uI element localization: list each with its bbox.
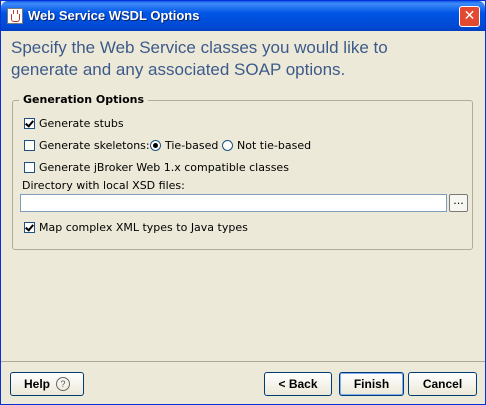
wsdl-options-dialog: Web Service WSDL Options ✕ Specify the W… xyxy=(0,0,486,405)
generate-stubs-label: Generate stubs xyxy=(39,117,124,130)
cancel-label: Cancel xyxy=(422,377,463,391)
generate-skeletons-row[interactable]: Generate skeletons: xyxy=(24,139,150,152)
java-cup-icon xyxy=(7,8,23,24)
jbroker-row[interactable]: Generate jBroker Web 1.x compatible clas… xyxy=(24,161,289,174)
close-button[interactable]: ✕ xyxy=(459,6,480,27)
finish-button[interactable]: Finish xyxy=(339,372,404,396)
xsd-dir-label: Directory with local XSD files: xyxy=(22,179,185,192)
back-label: < Back xyxy=(278,377,318,391)
map-complex-label: Map complex XML types to Java types xyxy=(39,221,248,234)
generate-skeletons-label: Generate skeletons: xyxy=(39,139,150,152)
cancel-button[interactable]: Cancel xyxy=(408,372,477,396)
not-tie-based-label: Not tie-based xyxy=(237,139,312,152)
back-button[interactable]: < Back xyxy=(264,372,332,396)
tie-based-label: Tie-based xyxy=(165,139,219,152)
help-button[interactable]: Help ? xyxy=(10,372,84,396)
finish-label: Finish xyxy=(353,377,390,391)
generate-stubs-checkbox[interactable] xyxy=(24,118,35,129)
not-tie-based-radio[interactable] xyxy=(222,140,233,151)
map-complex-checkbox[interactable] xyxy=(24,222,35,233)
jbroker-checkbox[interactable] xyxy=(24,162,35,173)
footer-separator xyxy=(1,361,485,362)
generate-skeletons-checkbox[interactable] xyxy=(24,140,35,151)
question-icon: ? xyxy=(56,377,70,391)
xsd-dir-input[interactable] xyxy=(20,194,447,212)
window-title: Web Service WSDL Options xyxy=(28,8,200,23)
group-legend: Generation Options xyxy=(19,93,149,106)
help-label: Help xyxy=(23,377,50,391)
close-icon: ✕ xyxy=(463,8,476,24)
map-complex-row[interactable]: Map complex XML types to Java types xyxy=(24,221,248,234)
generate-stubs-row[interactable]: Generate stubs xyxy=(24,117,124,130)
jbroker-label: Generate jBroker Web 1.x compatible clas… xyxy=(39,161,289,174)
browse-button[interactable]: ... xyxy=(449,194,468,212)
tie-based-radio-row[interactable]: Tie-based xyxy=(150,139,218,152)
tie-based-radio[interactable] xyxy=(150,140,161,151)
not-tie-based-radio-row[interactable]: Not tie-based xyxy=(222,139,311,152)
instruction-text: Specify the Web Service classes you woul… xyxy=(11,38,388,79)
title-bar[interactable]: Web Service WSDL Options ✕ xyxy=(1,1,485,31)
xsd-dir-label-row: Directory with local XSD files: xyxy=(22,179,185,192)
